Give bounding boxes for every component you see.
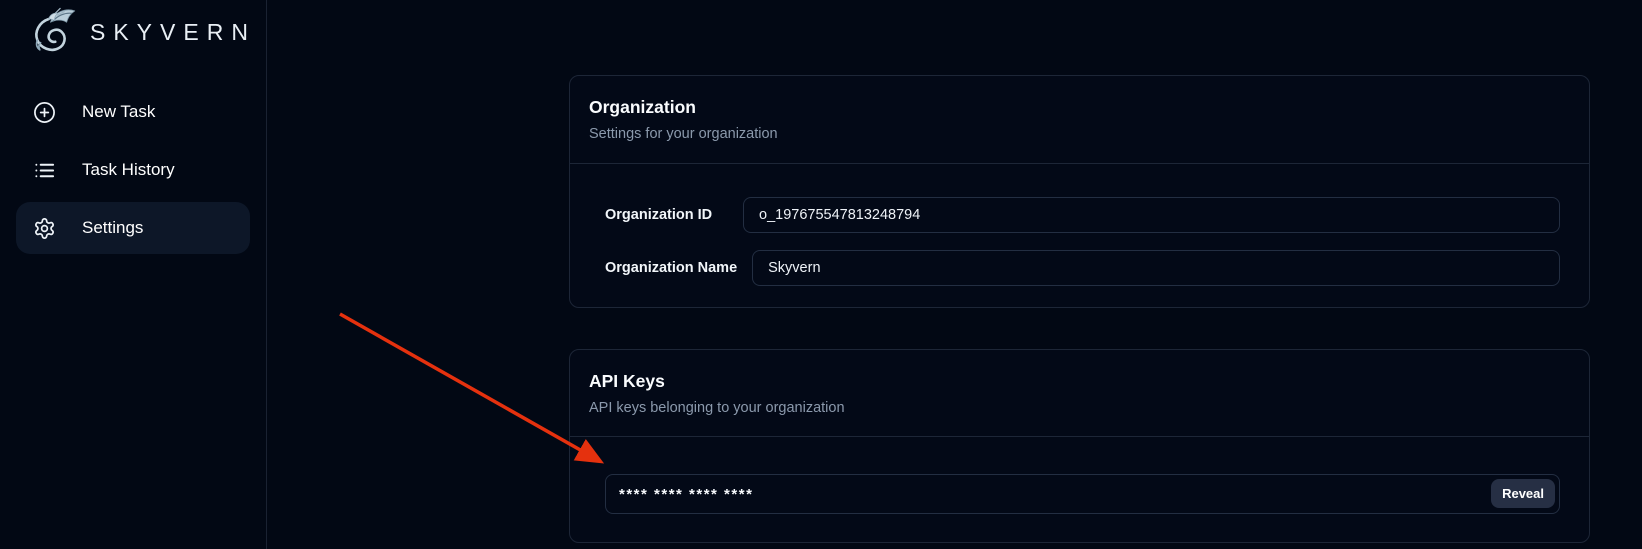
organization-card-header: Organization Settings for your organizat…	[570, 76, 1589, 164]
gear-icon	[33, 217, 56, 240]
organization-id-row: Organization ID	[605, 197, 1560, 233]
sidebar: SKYVERN New Task Task History	[0, 0, 267, 549]
reveal-button[interactable]: Reveal	[1491, 479, 1555, 508]
api-keys-card: API Keys API keys belonging to your orga…	[569, 349, 1590, 543]
api-keys-card-subtitle: API keys belonging to your organization	[589, 400, 1565, 417]
sidebar-item-new-task[interactable]: New Task	[16, 86, 250, 138]
brand-logo[interactable]: SKYVERN	[0, 0, 266, 60]
api-key-masked-input[interactable]	[605, 474, 1560, 514]
api-keys-card-body: Reveal	[570, 437, 1589, 514]
api-keys-card-header: API Keys API keys belonging to your orga…	[570, 350, 1589, 437]
dragon-logo-icon	[26, 6, 78, 58]
organization-id-label: Organization ID	[605, 207, 728, 223]
organization-name-input[interactable]	[752, 250, 1560, 286]
organization-name-label: Organization Name	[605, 260, 737, 276]
sidebar-item-label: Task History	[82, 160, 175, 180]
api-key-row: Reveal	[605, 474, 1560, 514]
organization-card-body: Organization ID Organization Name	[570, 164, 1589, 286]
sidebar-item-label: Settings	[82, 218, 143, 238]
plus-circle-icon	[33, 101, 56, 124]
sidebar-item-settings[interactable]: Settings	[16, 202, 250, 254]
organization-card: Organization Settings for your organizat…	[569, 75, 1590, 308]
sidebar-item-task-history[interactable]: Task History	[16, 144, 250, 196]
organization-card-subtitle: Settings for your organization	[589, 126, 1565, 143]
brand-wordmark: SKYVERN	[90, 19, 256, 46]
organization-id-input[interactable]	[743, 197, 1560, 233]
sidebar-item-label: New Task	[82, 102, 155, 122]
list-icon	[33, 159, 56, 182]
organization-name-row: Organization Name	[605, 250, 1560, 286]
organization-card-title: Organization	[589, 97, 1565, 117]
arrow-line	[340, 314, 598, 460]
sidebar-nav: New Task Task History Settings	[0, 86, 266, 254]
api-keys-card-title: API Keys	[589, 371, 1565, 391]
